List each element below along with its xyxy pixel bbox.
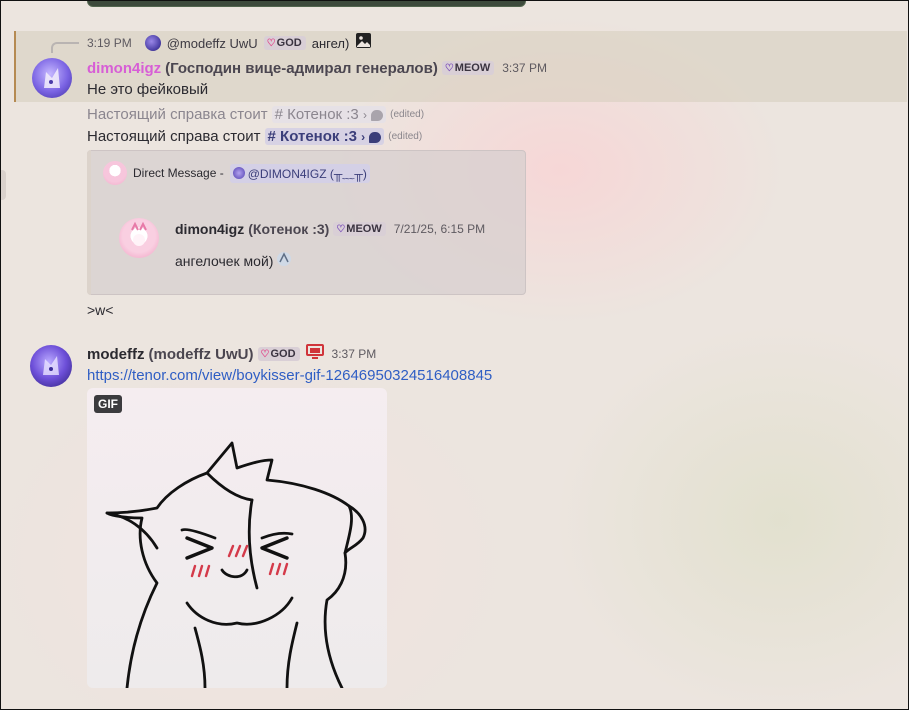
avatar-modeffz[interactable] — [30, 345, 72, 387]
heart-icon: ♡ — [260, 349, 270, 360]
chevron-right-icon: › — [362, 108, 367, 122]
tenor-link[interactable]: https://tenor.com/view/boykisser-gif-126… — [87, 367, 492, 384]
message-text: Настоящий справка стоит — [87, 106, 268, 123]
reply-spine — [51, 42, 79, 53]
reply-badge: ♡GOD — [263, 36, 306, 50]
hash-icon: # — [274, 106, 283, 123]
message-text: Не это фейковый — [87, 81, 209, 98]
channel-mention[interactable]: # Котенок :3 › — [271, 106, 387, 123]
role-badge-meow[interactable]: ♡MEOW — [441, 61, 495, 75]
message-text: >w< — [87, 302, 114, 318]
forward-message-header: dimon4igz (Котенок :3) ♡MEOW 7/21/25, 6:… — [175, 220, 485, 238]
gif-embed[interactable] — [87, 388, 387, 688]
mention-highlight-bar — [14, 31, 16, 102]
channel-mention[interactable]: # Котенок :3 › — [264, 128, 385, 145]
message-edited-faded: Настоящий справка стоит # Котенок :3 › (… — [87, 106, 424, 123]
username-dimon4igz[interactable]: dimon4igz — [87, 60, 161, 77]
chevron-right-icon: › — [361, 130, 366, 144]
dm-label: Direct Message - — [133, 166, 224, 180]
reply-avatar[interactable] — [144, 35, 161, 51]
hash-icon: # — [267, 128, 276, 145]
role-badge-god[interactable]: ♡GOD — [257, 347, 300, 361]
gif-badge: GIF — [94, 395, 122, 413]
forward-message-body: ангелочек мой) — [175, 250, 293, 271]
forward-header: Direct Message - @DIMON4IGZ (╥﹏╥) — [103, 161, 370, 185]
message-text: Настоящий справа стоит — [87, 128, 261, 145]
thread-bubble-icon — [371, 109, 384, 121]
reply-header[interactable]: 3:19 PM @modeffz UwU ♡GOD ангел) — [87, 32, 372, 54]
forward-bar — [87, 150, 91, 295]
avatar-forwarded-dimon[interactable] — [119, 218, 159, 258]
previous-image-embed[interactable] — [87, 0, 526, 7]
forward-time: 7/21/25, 6:15 PM — [393, 222, 486, 236]
username-modeffz[interactable]: modeffz — [87, 346, 145, 363]
custom-emoji-icon — [275, 250, 293, 271]
reply-username[interactable]: @modeffz UwU — [167, 36, 258, 51]
message-header-dimon: dimon4igz (Господин вице-адмирал генерал… — [87, 59, 547, 77]
message-header-modeffz: modeffz (modeffz UwU) ♡GOD 3:37 PM — [87, 343, 377, 365]
mention-avatar — [232, 167, 245, 179]
display-name-modeffz[interactable]: (modeffz UwU) — [149, 346, 254, 363]
heart-icon: ♡ — [444, 63, 454, 74]
edited-label: (edited) — [390, 109, 425, 120]
edited-label: (edited) — [388, 131, 423, 142]
scroll-edge-handle[interactable] — [0, 170, 6, 200]
message-edited: Настоящий справа стоит # Котенок :3 › (e… — [87, 128, 422, 145]
reply-time: 3:19 PM — [87, 36, 132, 50]
dm-mention[interactable]: @DIMON4IGZ (╥﹏╥) — [229, 163, 370, 183]
reply-text: ангел) — [311, 35, 350, 51]
image-icon[interactable] — [355, 32, 372, 54]
heart-icon: ♡ — [336, 224, 346, 235]
forward-display-name[interactable]: (Котенок :3) — [248, 221, 329, 237]
message-text: ангелочек мой) — [175, 252, 274, 269]
display-name-dimon[interactable]: (Господин вице-адмирал генералов) — [165, 60, 438, 77]
avatar-dimon4igz[interactable] — [32, 58, 72, 98]
heart-icon: ♡ — [266, 38, 276, 49]
role-badge-meow[interactable]: ♡MEOW — [333, 222, 386, 236]
message-time: 3:37 PM — [502, 61, 547, 75]
monitor-icon — [305, 343, 324, 365]
boykisser-gif-image — [105, 441, 367, 688]
thread-bubble-icon — [369, 131, 382, 143]
forward-username[interactable]: dimon4igz — [175, 221, 244, 237]
dm-avatar[interactable] — [103, 161, 127, 185]
message-time: 3:37 PM — [331, 347, 377, 361]
